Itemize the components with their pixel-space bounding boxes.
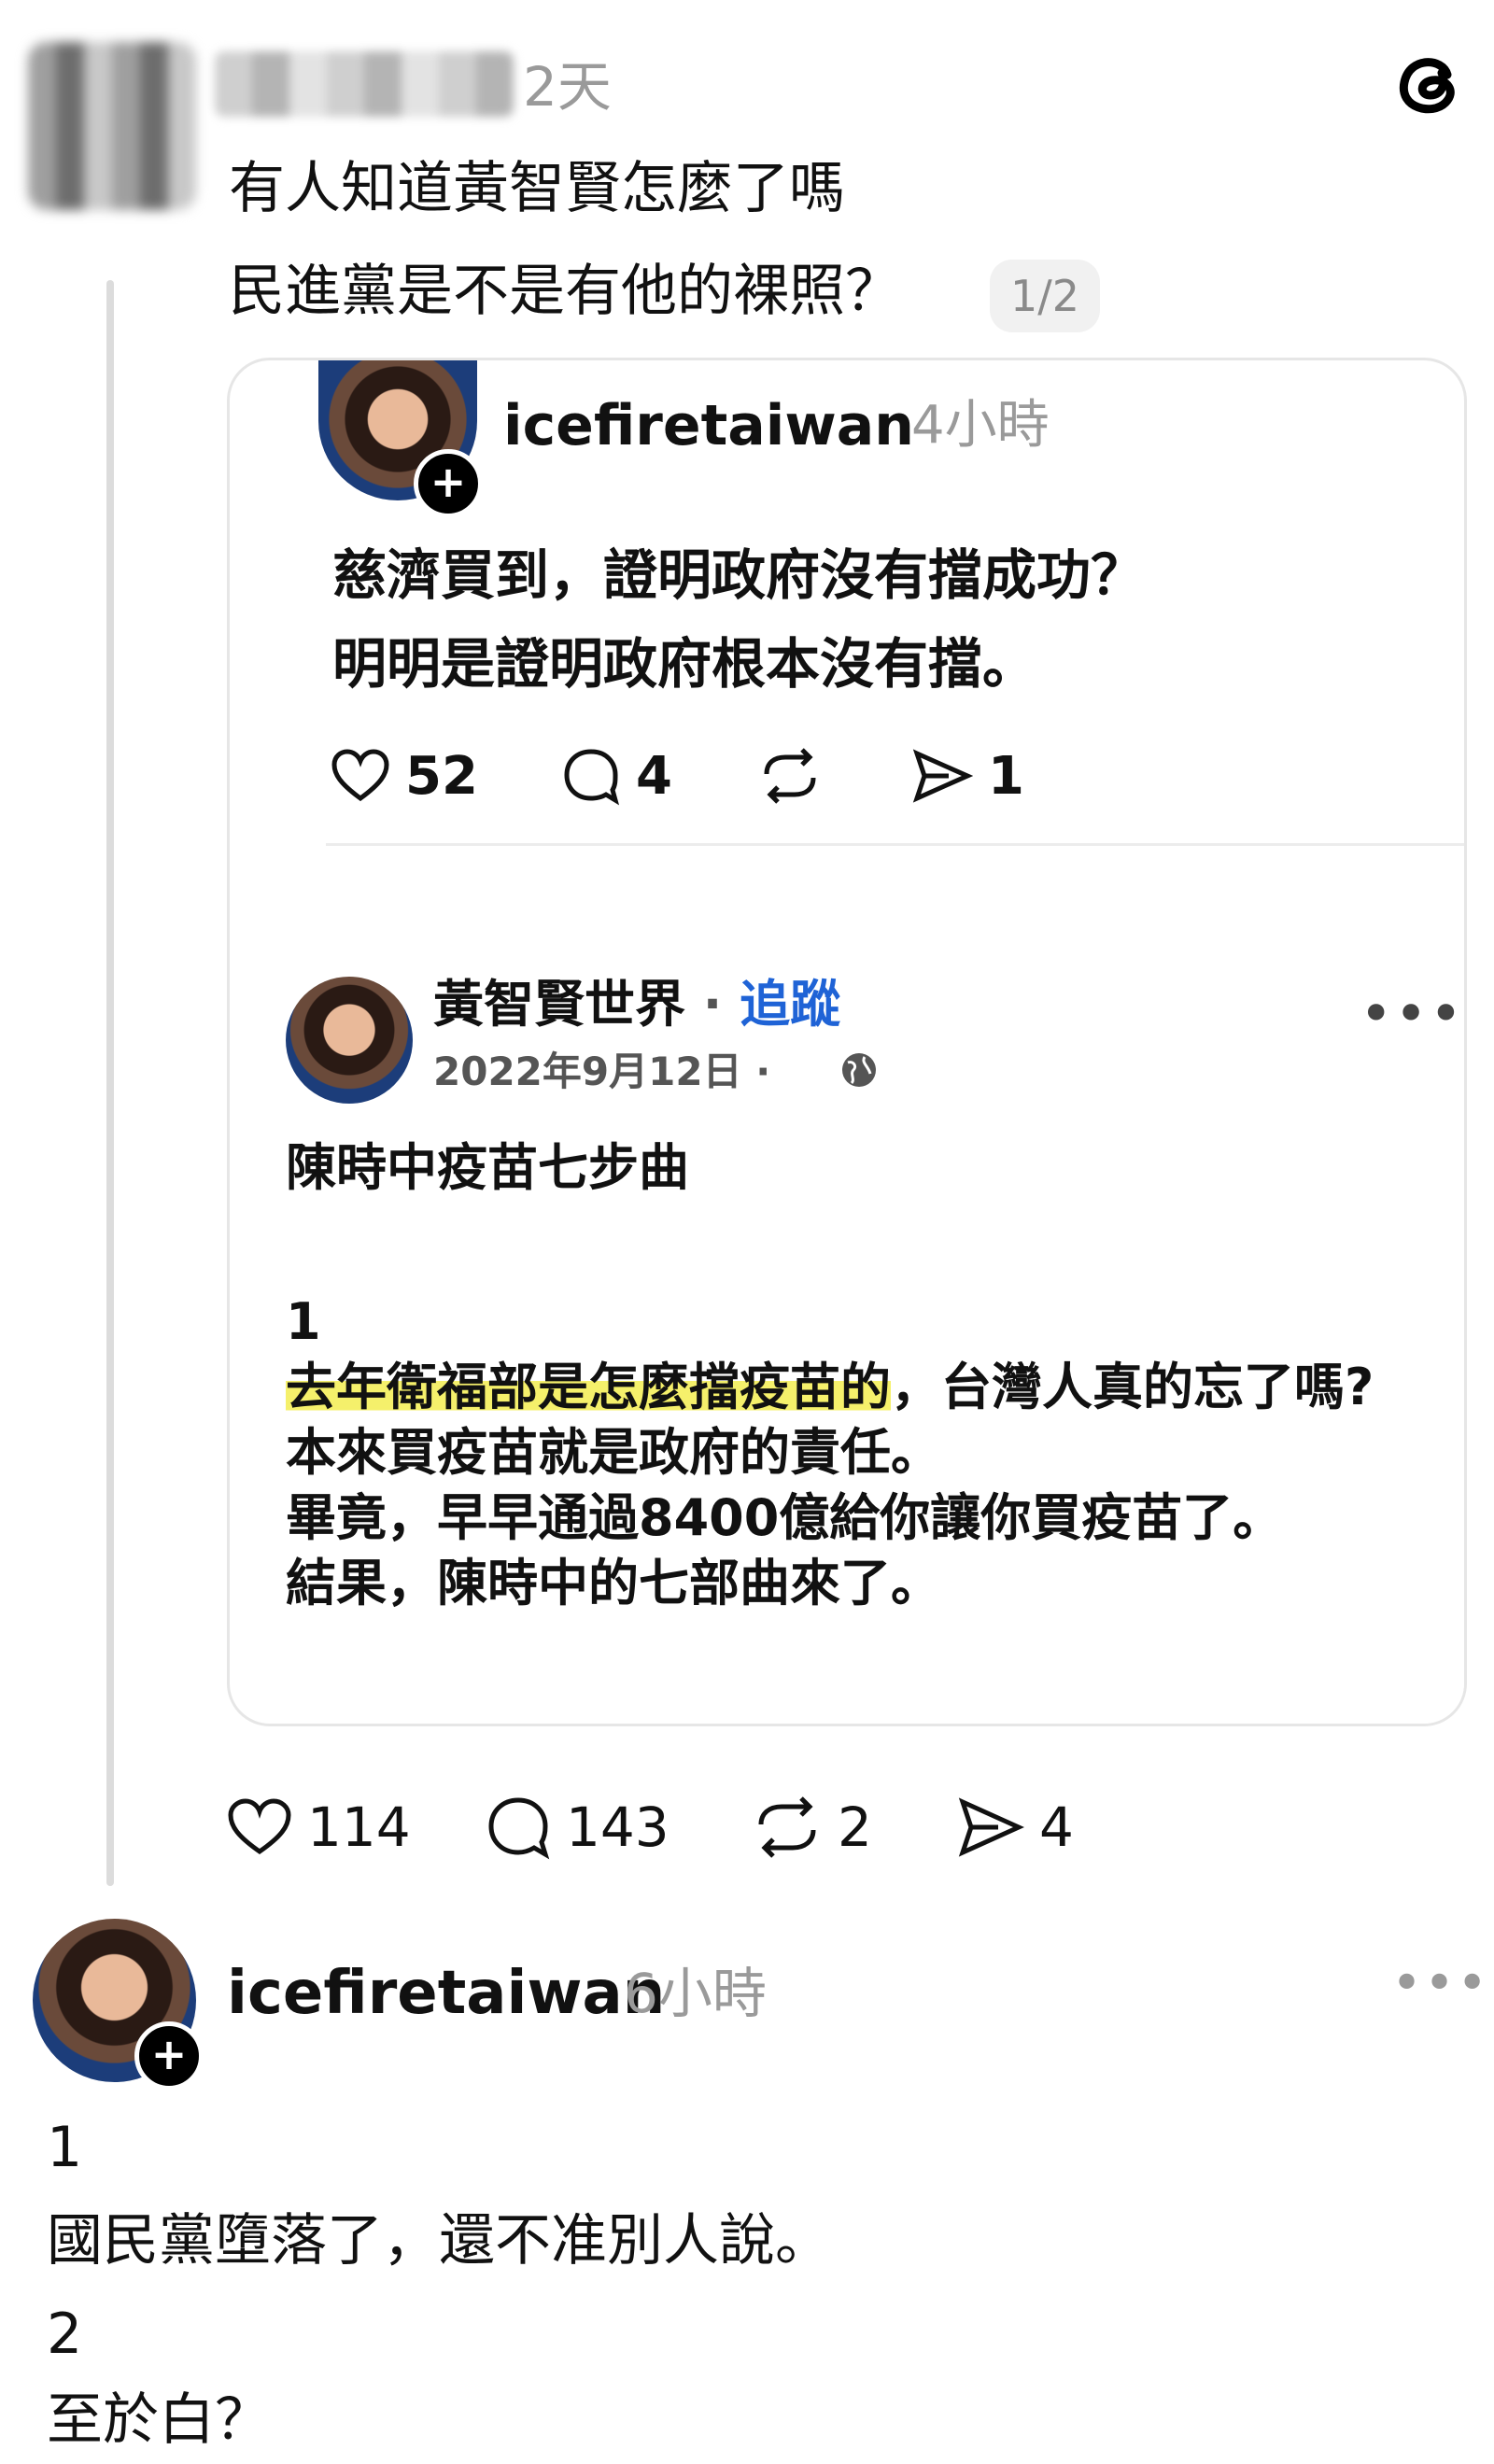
post2-line-4: 至於白？ [47,2387,271,2453]
fb-line-2: 本來買疫苗就是政府的責任。 [286,1423,941,1482]
fb-line-3: 畢竟，早早通過8400億給你讓你買疫苗了。 [286,1488,1284,1547]
fb-name-row: 黃智賢世界 · 追蹤 [433,967,840,1042]
post1-like-count: 114 [307,1795,411,1859]
heart-icon [228,1798,291,1855]
quoted-like-button[interactable]: 52 [331,739,478,813]
send-icon [958,1797,1024,1857]
fb-follow-link: 追蹤 [740,975,841,1034]
quoted-share-count: 1 [988,745,1024,807]
heart-icon [331,749,389,802]
post1-username-blurred[interactable] [215,51,514,117]
repost-icon [758,1796,816,1858]
post1-line-2: 民進黨是不是有他的裸照？ [229,259,901,324]
quoted-line-1: 慈濟買到，證明政府沒有擋成功？ [332,543,1146,607]
quoted-username[interactable]: icefiretaiwan [503,388,914,463]
quoted-reply-button[interactable]: 4 [561,739,672,813]
follow-plus-icon[interactable]: + [414,449,483,518]
fb-date: 2022年9月12日 · [433,1049,771,1094]
post1-share-count: 4 [1039,1795,1074,1859]
fb-title: 陳時中疫苗七步曲 [286,1138,689,1197]
quoted-reply-count: 4 [636,745,672,807]
post1-repost-button[interactable]: 2 [752,1785,872,1869]
threads-logo-icon[interactable] [1391,47,1466,121]
comment-bubble-icon [564,749,620,806]
quoted-like-count: 52 [405,745,478,807]
post1-repost-count: 2 [838,1795,872,1859]
post1-reply-count: 143 [566,1795,669,1859]
post2-line-2: 國民黨墮落了，還不准別人說。 [47,2208,831,2274]
quoted-divider [326,843,1464,846]
post2-username[interactable]: icefiretaiwan [227,1956,665,2031]
fb-line-1-rest: ，台灣人真的忘了嗎? [891,1358,1374,1416]
quoted-line-2: 明明是證明政府根本沒有擋。 [332,632,1037,696]
post2-follow-plus-icon[interactable]: + [134,2021,204,2091]
comment-bubble-icon [488,1797,550,1860]
post1-like-button[interactable]: 114 [227,1785,411,1869]
globe-icon [839,1049,880,1091]
post1-share-button[interactable]: 4 [957,1785,1074,1869]
post2-line-1: 1 [47,2115,83,2180]
post2-time: 6小時 [624,1962,767,2025]
thread-connector-line [106,280,114,1886]
send-icon [912,749,973,803]
page-indicator-badge[interactable]: 1/2 [990,260,1101,332]
quoted-share-button[interactable]: 1 [911,739,1024,813]
fb-number: 1 [286,1292,321,1351]
embedded-screenshot[interactable]: 黃智賢世界 · 追蹤 2022年9月12日 · ••• 陳時中疫苗七步曲 1 去… [286,958,1464,1724]
quoted-repost-button[interactable] [757,739,823,813]
fb-dot: · [685,975,740,1034]
post1-line-1: 有人知道黃智賢怎麼了嗎 [229,156,845,221]
fb-line-1: 去年衛福部是怎麼擋疫苗的，台灣人真的忘了嗎? [286,1355,1374,1420]
post1-avatar[interactable] [28,42,196,210]
repost-icon [764,748,816,804]
quoted-time: 4小時 [911,395,1050,456]
post1-time: 2天 [523,55,612,119]
fb-more-icon: ••• [1360,981,1465,1047]
fb-page-name: 黃智賢世界 [433,975,685,1034]
fb-highlighted-text: 去年衛福部是怎麼擋疫苗的 [286,1358,891,1416]
more-icon[interactable]: ••• [1391,1958,1489,2010]
fb-avatar [286,977,413,1104]
post2-line-3: 2 [47,2302,83,2367]
post1-reply-button[interactable]: 143 [486,1785,669,1869]
fb-line-4: 結果，陳時中的七部曲來了。 [286,1554,941,1612]
quoted-post-card[interactable]: + icefiretaiwan 4小時 慈濟買到，證明政府沒有擋成功？ 明明是證… [227,358,1467,1726]
